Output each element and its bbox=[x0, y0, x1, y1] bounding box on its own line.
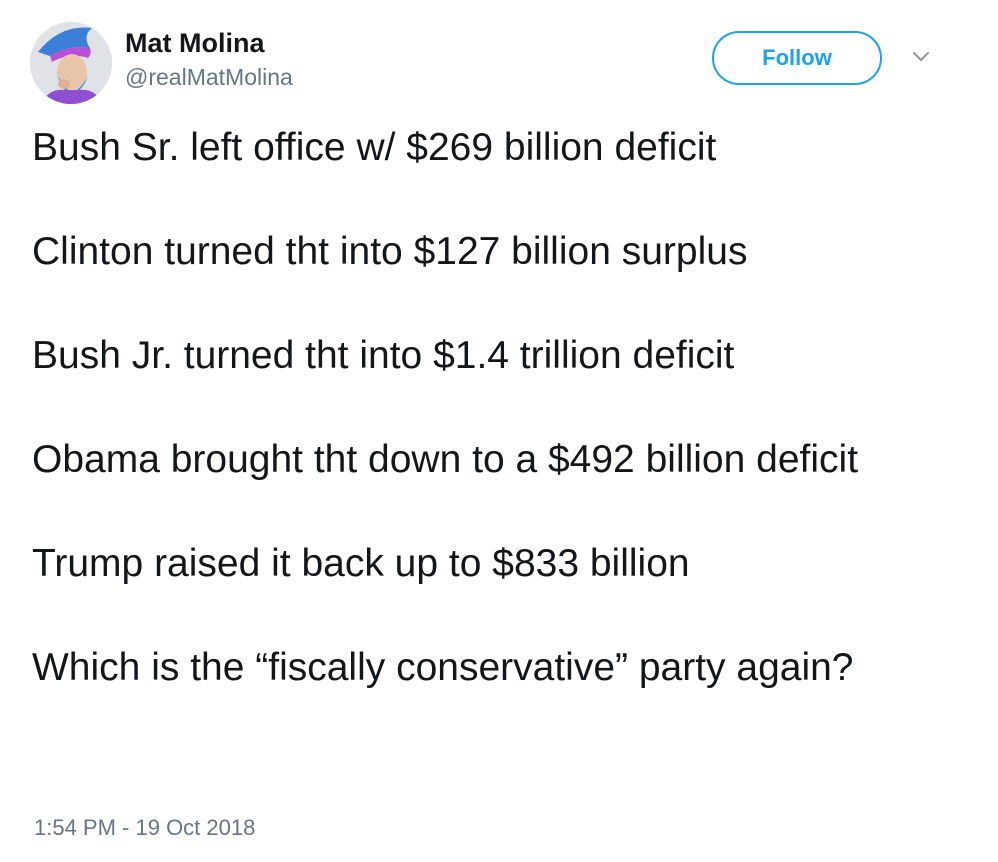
follow-button[interactable]: Follow bbox=[712, 31, 882, 85]
avatar-image bbox=[30, 22, 112, 104]
tweet-paragraph: Trump raised it back up to $833 billion bbox=[32, 542, 690, 585]
tweet-paragraph: Bush Jr. turned tht into $1.4 trillion d… bbox=[32, 334, 735, 377]
tweet-card: Mat Molina @realMatMolina Follow Bush Sr… bbox=[0, 0, 998, 862]
tweet-paragraph: Bush Sr. left office w/ $269 billion def… bbox=[32, 126, 717, 169]
tweet-paragraph: Obama brought tht down to a $492 billion… bbox=[32, 438, 859, 481]
tweet-text: Bush Sr. left office w/ $269 billion def… bbox=[32, 122, 932, 694]
author-display-name[interactable]: Mat Molina bbox=[125, 28, 265, 59]
tweet-paragraph: Clinton turned tht into $127 billion sur… bbox=[32, 230, 748, 273]
tweet-timestamp[interactable]: 1:54 PM - 19 Oct 2018 bbox=[34, 815, 255, 841]
tweet-paragraph: Which is the “fiscally conservative” par… bbox=[32, 646, 854, 689]
avatar[interactable] bbox=[30, 22, 112, 104]
author-handle[interactable]: @realMatMolina bbox=[125, 64, 293, 91]
chevron-down-icon[interactable] bbox=[908, 48, 934, 66]
